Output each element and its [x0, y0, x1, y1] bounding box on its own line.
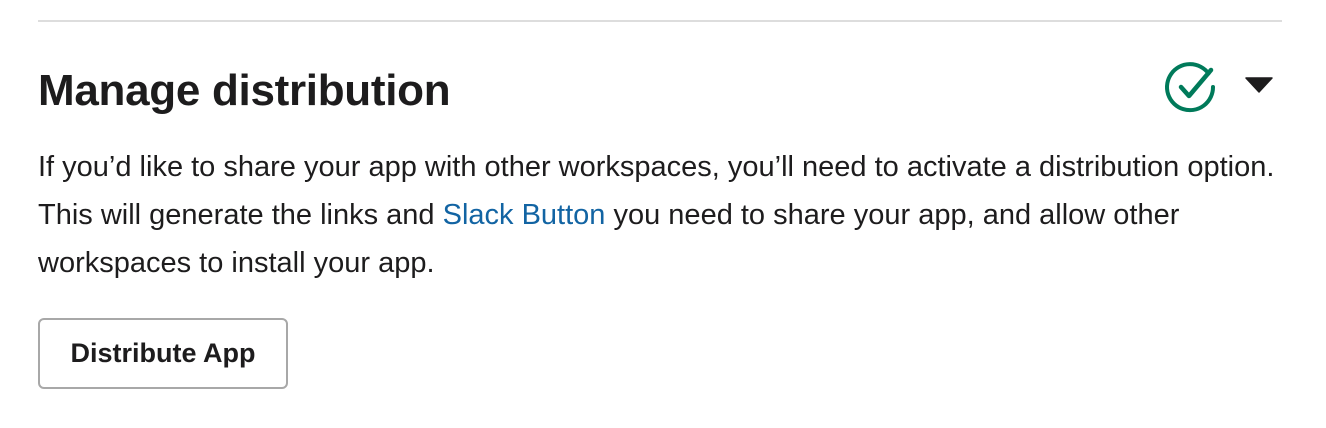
section-collapse-toggle[interactable] — [1238, 66, 1280, 108]
distribute-app-button[interactable]: Distribute App — [38, 318, 288, 389]
caret-down-icon — [1245, 76, 1273, 98]
slack-button-link[interactable]: Slack Button — [443, 199, 606, 231]
section-description: If you’d like to share your app with oth… — [38, 143, 1288, 287]
section-divider — [38, 20, 1282, 22]
check-circle-icon — [1164, 60, 1218, 114]
section-title: Manage distribution — [38, 66, 451, 115]
